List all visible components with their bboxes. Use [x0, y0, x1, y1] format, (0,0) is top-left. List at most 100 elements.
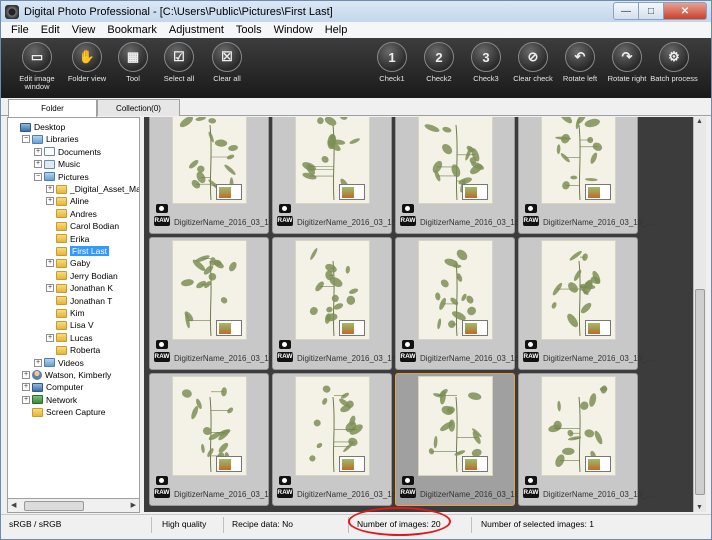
menu-view[interactable]: View: [66, 24, 102, 36]
tree-item-kim[interactable]: Kim: [46, 307, 85, 319]
thumbnail-item[interactable]: RAW DigitizerName_2016_03_16_...: [272, 237, 407, 370]
tree-item-label: Network: [46, 394, 78, 405]
thumbnail-item[interactable]: RAW DigitizerName_2016_03_16_...: [518, 237, 653, 370]
menu-tools[interactable]: Tools: [230, 24, 268, 36]
rotate-left-icon: ↶: [565, 42, 595, 72]
tree-scroll-thumb[interactable]: [24, 501, 84, 511]
expand-icon[interactable]: +: [34, 358, 42, 367]
thumbnail-item[interactable]: RAW DigitizerName_2016_03_16_...: [395, 373, 530, 506]
tree-item-screen-capture[interactable]: Screen Capture: [22, 406, 106, 418]
expand-icon[interactable]: +: [22, 371, 30, 379]
tree-item-carol-bodian[interactable]: Carol Bodian: [46, 220, 119, 232]
thumbnail-filename: DigitizerName_2016_03_16_...: [297, 218, 408, 227]
tree-item-digital-asset-mana[interactable]: + _Digital_Asset_Mana: [46, 183, 139, 195]
tree-item-aline[interactable]: + Aline: [46, 195, 89, 207]
raw-badge-icon: RAW: [523, 488, 539, 498]
thumbnail-item[interactable]: RAW DigitizerName_2016_03_16_...: [395, 237, 530, 370]
expand-icon[interactable]: +: [46, 259, 54, 268]
camera-icon: [525, 204, 537, 213]
expand-icon[interactable]: +: [46, 197, 54, 206]
expand-icon[interactable]: +: [46, 284, 54, 293]
edit-image-window-label: Edit image window: [19, 74, 55, 91]
menu-adjustment[interactable]: Adjustment: [163, 24, 230, 36]
menu-window[interactable]: Window: [268, 24, 319, 36]
tree-item-lucas[interactable]: + Lucas: [46, 332, 93, 344]
tree-horizontal-scrollbar[interactable]: ◀ ▶: [7, 498, 140, 513]
tab-collection[interactable]: Collection(0): [97, 99, 180, 116]
specimen-label-icon: [216, 184, 242, 200]
tree-item-videos[interactable]: + Videos: [34, 357, 84, 369]
rotate-right-icon: ↷: [612, 42, 642, 72]
tree-item-music[interactable]: + Music: [34, 158, 80, 170]
thumbnail-filename: DigitizerName_2016_03_16_...: [297, 490, 408, 499]
menu-bookmark[interactable]: Bookmark: [101, 24, 163, 36]
tree-item-label: Lucas: [70, 332, 93, 343]
tree-item-libraries[interactable]: − Libraries: [22, 133, 79, 145]
thumbnail-item[interactable]: RAW DigitizerName_2016_03_16_...: [149, 373, 284, 506]
specimen-image: [418, 240, 493, 340]
tree-item-computer[interactable]: + Computer: [22, 381, 83, 393]
collapse-icon[interactable]: −: [34, 172, 42, 181]
thumbnail-item[interactable]: RAW DigitizerName_2016_03_16_...: [518, 117, 653, 234]
camera-icon: [402, 204, 414, 213]
menu-edit[interactable]: Edit: [35, 24, 66, 36]
edit-image-window-icon: ▭: [22, 42, 52, 72]
tree-item-roberta[interactable]: Roberta: [46, 344, 100, 356]
tree-item-gaby[interactable]: + Gaby: [46, 257, 90, 269]
title-bar: Digital Photo Professional - [C:\Users\P…: [1, 1, 711, 22]
minimize-button[interactable]: —: [613, 2, 639, 20]
close-button[interactable]: ✕: [664, 2, 707, 20]
expand-icon[interactable]: +: [34, 160, 42, 169]
scroll-left-icon[interactable]: ◀: [11, 501, 16, 509]
collapse-icon[interactable]: −: [22, 135, 30, 144]
scroll-up-icon[interactable]: ▲: [696, 118, 703, 125]
edit-image-window-button[interactable]: ▭ Edit image window: [9, 42, 65, 96]
scroll-down-icon[interactable]: ▼: [696, 504, 703, 511]
specimen-label-icon: [585, 320, 611, 336]
expand-icon[interactable]: +: [34, 147, 42, 156]
thumbnail-item[interactable]: RAW DigitizerName_2016_03_16_...: [518, 373, 653, 506]
tree-item-erika[interactable]: Erika: [46, 233, 89, 245]
tree-item-label: Desktop: [34, 122, 66, 132]
expand-icon[interactable]: +: [22, 395, 30, 404]
tree-item-jerry-bodian[interactable]: Jerry Bodian: [46, 270, 118, 282]
tree-item-jonathan-k[interactable]: + Jonathan K: [46, 282, 113, 294]
scroll-right-icon[interactable]: ▶: [131, 501, 136, 509]
thumbnail-item[interactable]: RAW DigitizerName_2016_03_16_...: [272, 117, 407, 234]
thumbnail-item[interactable]: RAW DigitizerName_2016_03_16_...: [149, 117, 284, 234]
clear-all-button[interactable]: ☒ Clear all: [199, 42, 255, 96]
menu-file[interactable]: File: [5, 24, 35, 36]
tree-item-network[interactable]: + Network: [22, 394, 77, 406]
tree-item-andres[interactable]: Andres: [46, 208, 97, 220]
folder-folder-icon: [56, 308, 67, 318]
window-controls: — □ ✕: [613, 2, 707, 20]
maximize-button[interactable]: □: [639, 2, 664, 20]
menu-help[interactable]: Help: [319, 24, 354, 36]
tree-item-watson-kimberly[interactable]: + Watson, Kimberly: [22, 369, 111, 381]
thumbnail-gallery: RAW DigitizerName_2016_03_16_... RAW Digiti…: [144, 117, 693, 512]
tree-item-first-last[interactable]: First Last: [46, 245, 109, 257]
expand-icon[interactable]: +: [46, 333, 54, 342]
clear-all-icon: ☒: [212, 42, 242, 72]
thumbnail-item[interactable]: RAW DigitizerName_2016_03_16_...: [395, 117, 530, 234]
gallery-vertical-scrollbar[interactable]: ▲ ▼: [693, 117, 706, 512]
expand-icon[interactable]: +: [22, 383, 30, 392]
specimen-label-icon: [339, 320, 365, 336]
tree-item-jonathan-t[interactable]: Jonathan T: [46, 295, 112, 307]
tree-item-lisa-v[interactable]: Lisa V: [46, 319, 94, 331]
gallery-scroll-thumb[interactable]: [695, 289, 705, 495]
tab-folder[interactable]: Folder: [8, 99, 97, 117]
tree-item-label: Pictures: [58, 171, 89, 182]
raw-badge-icon: RAW: [154, 352, 170, 362]
thumbnail-item[interactable]: RAW DigitizerName_2016_03_16_...: [149, 237, 284, 370]
batch-process-button[interactable]: ⚙ Batch process: [646, 42, 702, 96]
status-recipe: Recipe data: No: [232, 519, 293, 529]
tree-item-documents[interactable]: + Documents: [34, 146, 101, 158]
expand-icon[interactable]: +: [46, 185, 54, 193]
tree-item-pictures[interactable]: − Pictures: [34, 171, 89, 183]
tree-item-desktop[interactable]: Desktop: [10, 121, 65, 133]
thumbnail-item[interactable]: RAW DigitizerName_2016_03_16_...: [272, 373, 407, 506]
check1-icon: 1: [377, 42, 407, 72]
